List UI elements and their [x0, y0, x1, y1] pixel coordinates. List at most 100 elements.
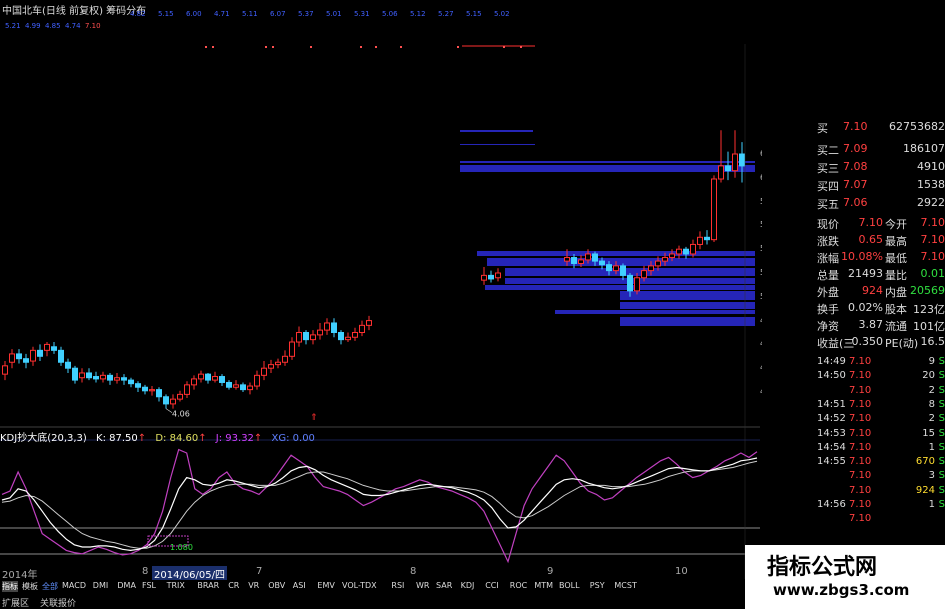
bid-label: 买五 [817, 198, 839, 211]
toolbar-tab-vol-tdx[interactable]: VOL-TDX [342, 581, 377, 590]
toolbar-tab-模板[interactable]: 模板 [22, 581, 38, 592]
toolbar-tab-fsl[interactable]: FSL [142, 581, 156, 590]
stat-label: 净资 [817, 320, 839, 333]
toolbar-tab-全部[interactable]: 全部 [42, 581, 58, 592]
toolbar-tab-sar[interactable]: SAR [436, 581, 452, 590]
bid-row[interactable]: 买五 7.06 2922 [817, 196, 945, 214]
stat-value: 101亿 [913, 320, 945, 333]
toolbar-tab-kdj[interactable]: KDJ [461, 581, 475, 590]
tick-time: 14:50 [817, 370, 846, 382]
kdj-d-value: D: 84.60 [155, 433, 199, 444]
tick-row[interactable]: 14:49 7.10 9 S [817, 356, 945, 371]
quote-stat-row[interactable]: 涨跌 0.65 最高 7.10 [817, 233, 945, 251]
candle [107, 374, 113, 381]
quote-stat-row[interactable]: 外盘 924 内盘 20569 [817, 284, 945, 302]
candle [37, 349, 43, 357]
header-value: 5.37 [298, 10, 314, 18]
tick-row[interactable]: 14:50 7.10 20 S [817, 370, 945, 385]
candle [100, 374, 106, 380]
stat-label: 总量 [817, 269, 839, 282]
tick-side: S [938, 356, 945, 367]
related-quote-tab[interactable]: 关联报价 [40, 596, 76, 609]
extension-area-tab[interactable]: 扩展区 [2, 596, 29, 609]
toolbar-tab-roc[interactable]: ROC [510, 581, 527, 590]
toolbar-tab-cci[interactable]: CCI [485, 581, 499, 590]
quote-stat-row[interactable]: 涨幅 10.08% 最低 7.10 [817, 250, 945, 268]
toolbar-tab-dma[interactable]: DMA [117, 581, 136, 590]
bid-row[interactable]: 买三 7.08 4910 [817, 160, 945, 178]
candle [142, 386, 148, 392]
quote-stat-row[interactable]: 换手 0.02% 股本 123亿 [817, 301, 945, 319]
chip-bar [620, 317, 755, 326]
candle [662, 257, 668, 262]
toolbar-tab-rsi[interactable]: RSI [391, 581, 404, 590]
indicator-toolbar: 指标 模板 全部 MACD DMI DMA FSL TRIX BRAR CR VR OBV ASI EMV… [0, 580, 760, 594]
tick-row[interactable]: 14:51 7.10 8 S [817, 399, 945, 414]
candle [191, 378, 197, 386]
tick-volume: 2 [928, 413, 935, 425]
candlestick-chart[interactable]: 4.06⇑50.001.080 [0, 44, 760, 579]
bid-row[interactable]: 买四 7.07 1538 [817, 178, 945, 196]
quote-stat-row[interactable]: 收益(三 0.350 PE(动) 16.5 [817, 335, 945, 353]
tick-row[interactable]: 7.10 [817, 513, 945, 528]
header-value: 4.85 [45, 22, 61, 30]
candle [72, 367, 78, 381]
header-value: 4.71 [214, 10, 230, 18]
candle [177, 393, 183, 400]
toolbar-tab-trix[interactable]: TRIX [167, 581, 185, 590]
toolbar-tab-brar[interactable]: BRAR [197, 581, 219, 590]
toolbar-tab-mcst[interactable]: MCST [614, 581, 636, 590]
header-value: 5.02 [494, 10, 510, 18]
tick-row[interactable]: 14:55 7.10 670 S [817, 456, 945, 471]
header-value: 5.12 [410, 10, 426, 18]
candle [345, 336, 351, 341]
stat-value: 0.350 [851, 335, 884, 348]
bid-volume: 2922 [917, 196, 945, 209]
tick-row[interactable]: 14:54 7.10 1 S [817, 442, 945, 457]
chip-bar [555, 310, 755, 314]
candle [135, 383, 141, 388]
chart-header: 中国北车(日线 前复权) 筹码分布 4.82 5.15 6.00 4.71 5.11 6.… [0, 0, 535, 44]
bid-row[interactable]: 买 7.10 62753682 [817, 120, 945, 138]
kdj-k-arrow: ↑ [137, 433, 147, 444]
toolbar-tab-dmi[interactable]: DMI [93, 581, 108, 590]
tick-time: 14:49 [817, 356, 846, 367]
stat-value: 10.08% [841, 250, 883, 263]
chip-bar [460, 144, 535, 145]
toolbar-tab-wr[interactable]: WR [416, 581, 429, 590]
toolbar-tab-指标[interactable]: 指标 [2, 581, 18, 592]
tick-row[interactable]: 7.10 2 S [817, 385, 945, 400]
header-value: 4.82 [130, 10, 146, 18]
tick-price: 7.10 [849, 456, 872, 468]
toolbar-tab-psy[interactable]: PSY [590, 581, 605, 590]
toolbar-tab-mtm[interactable]: MTM [534, 581, 553, 590]
tick-side: S [938, 484, 945, 496]
tick-time: 14:55 [817, 456, 846, 468]
candle [289, 341, 295, 357]
candle [718, 165, 724, 180]
header-row-1: 4.82 5.15 6.00 4.71 5.11 6.07 5.37 5.01 5.31 5.06… [0, 10, 535, 22]
tick-row[interactable]: 14:56 7.10 1 S [817, 499, 945, 514]
candle [739, 153, 745, 167]
tick-side: S [938, 470, 945, 482]
toolbar-tab-boll[interactable]: BOLL [559, 581, 580, 590]
toolbar-tab-macd[interactable]: MACD [62, 581, 86, 590]
quote-stat-row[interactable]: 净资 3.87 流通 101亿 [817, 318, 945, 336]
signal-marker [520, 46, 522, 48]
bid-price: 7.09 [843, 142, 868, 155]
quote-stat-row[interactable]: 总量 21493 量比 0.01 [817, 267, 945, 285]
tick-row[interactable]: 14:52 7.10 2 S [817, 413, 945, 428]
toolbar-tab-emv[interactable]: EMV [317, 581, 334, 590]
toolbar-tab-asi[interactable]: ASI [293, 581, 306, 590]
toolbar-tab-cr[interactable]: CR [228, 581, 239, 590]
tick-row[interactable]: 7.10 924 S [817, 485, 945, 500]
bid-row[interactable]: 买二 7.09 186107 [817, 142, 945, 160]
candle [51, 346, 57, 351]
tick-row[interactable]: 14:53 7.10 15 S [817, 428, 945, 443]
quote-stat-row[interactable]: 现价 7.10 今开 7.10 [817, 216, 945, 234]
tick-row[interactable]: 7.10 3 S [817, 470, 945, 485]
stat-value: 16.5 [920, 335, 945, 348]
toolbar-tab-vr[interactable]: VR [248, 581, 259, 590]
candle [338, 332, 344, 341]
toolbar-tab-obv[interactable]: OBV [268, 581, 285, 590]
